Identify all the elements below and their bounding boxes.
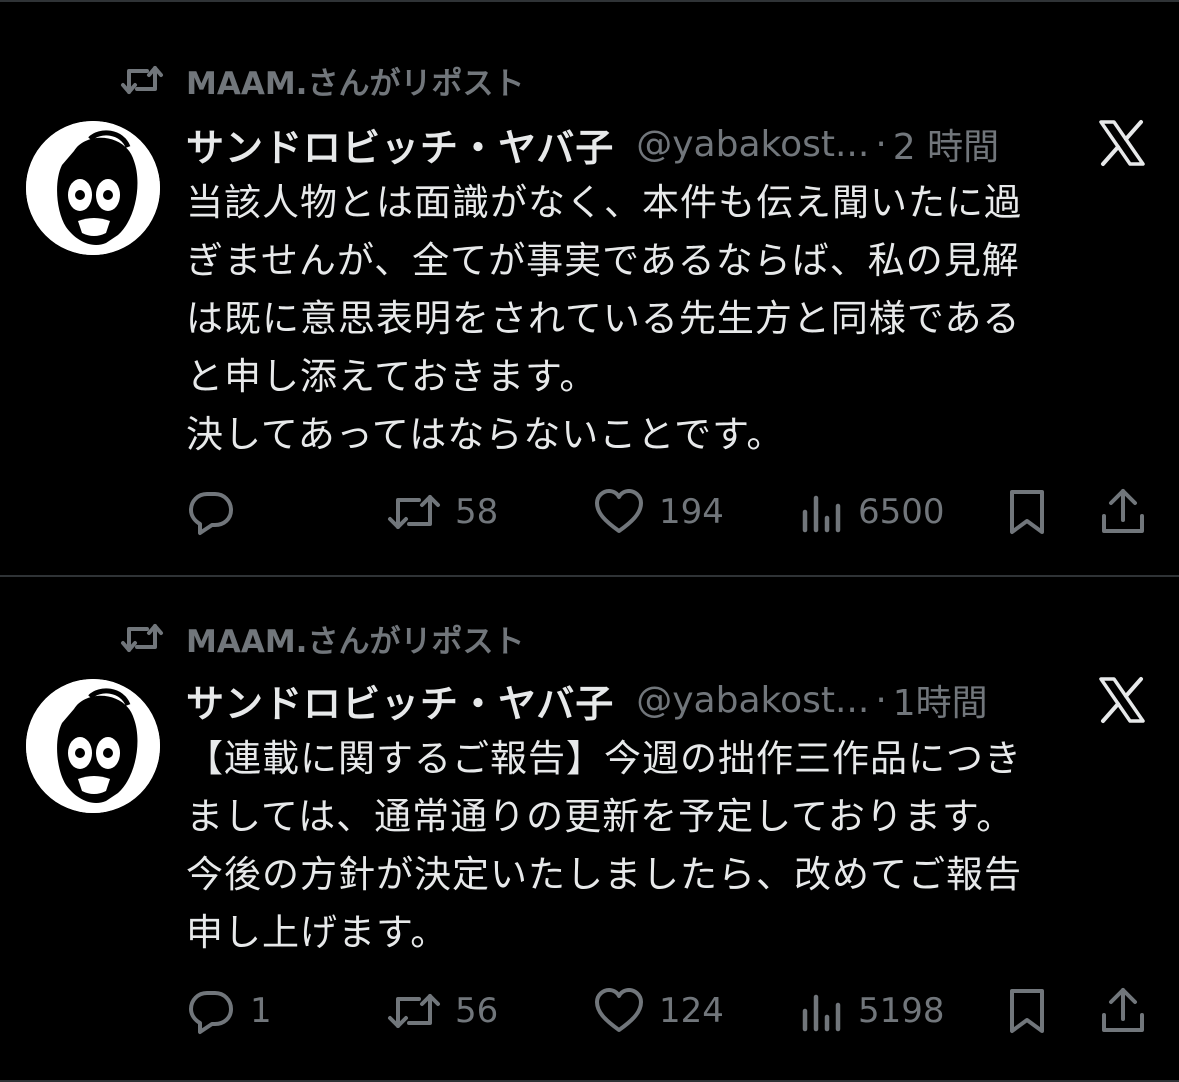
bookmark-icon	[1004, 487, 1050, 537]
share-button[interactable]	[1098, 482, 1148, 542]
tweet[interactable]: MAAM.さんがリポスト サンドロビッチ・ヤバ子 @yabakost... · …	[0, 577, 1179, 1082]
view-count: 6500	[858, 492, 945, 532]
views-icon	[800, 490, 844, 534]
like-button[interactable]: 194	[593, 482, 724, 542]
avatar[interactable]	[26, 121, 160, 255]
views-icon	[800, 989, 844, 1033]
like-count: 194	[659, 492, 724, 532]
bookmark-button[interactable]	[1004, 981, 1050, 1041]
reply-icon	[186, 986, 236, 1036]
repost-icon	[120, 620, 166, 656]
share-icon	[1098, 985, 1148, 1037]
display-name[interactable]: サンドロビッチ・ヤバ子	[186, 117, 614, 172]
separator: ·	[875, 679, 887, 721]
repost-count: 56	[455, 991, 499, 1031]
tweet-header: サンドロビッチ・ヤバ子 @yabakost... · 2 時間	[186, 116, 1086, 172]
separator: ·	[875, 123, 887, 165]
action-bar: 58 194 6500	[0, 482, 1179, 542]
display-name[interactable]: サンドロビッチ・ヤバ子	[186, 673, 614, 728]
timeline-feed: MAAM.さんがリポスト サンドロビッチ・ヤバ子 @yabakost... · …	[0, 0, 1179, 1082]
user-handle[interactable]: @yabakost...	[636, 680, 869, 721]
heart-icon	[593, 987, 645, 1035]
repost-context[interactable]: MAAM.さんがリポスト	[120, 60, 525, 102]
avatar[interactable]	[26, 679, 160, 813]
tweet[interactable]: MAAM.さんがリポスト サンドロビッチ・ヤバ子 @yabakost... · …	[0, 0, 1179, 577]
timestamp[interactable]: 1時間	[893, 674, 988, 726]
tweet-text: 【連載に関するご報告】今週の拙作三作品につき ましては、通常通りの更新を予定して…	[186, 737, 1022, 954]
share-button[interactable]	[1098, 981, 1148, 1041]
bookmark-button[interactable]	[1004, 482, 1050, 542]
views-button[interactable]: 5198	[800, 981, 945, 1041]
repost-icon	[387, 490, 441, 534]
repost-button[interactable]: 56	[387, 981, 498, 1041]
repost-icon	[387, 989, 441, 1033]
tweet-header: サンドロビッチ・ヤバ子 @yabakost... · 1時間	[186, 672, 1086, 728]
repost-label: MAAM.さんがリポスト	[186, 623, 525, 660]
bookmark-icon	[1004, 986, 1050, 1036]
x-logo-icon	[1097, 675, 1147, 725]
like-count: 124	[659, 991, 724, 1031]
reply-icon	[186, 487, 236, 537]
action-bar: 1 56 124 5198	[0, 981, 1179, 1041]
repost-context[interactable]: MAAM.さんがリポスト	[120, 618, 525, 660]
repost-label: MAAM.さんがリポスト	[186, 65, 525, 102]
repost-icon	[120, 62, 166, 98]
repost-count: 58	[455, 492, 499, 532]
user-handle[interactable]: @yabakost...	[636, 124, 869, 165]
reply-count: 1	[250, 991, 272, 1031]
repost-button[interactable]: 58	[387, 482, 498, 542]
heart-icon	[593, 488, 645, 536]
tweet-text: 当該人物とは面識がなく、本件も伝え聞いたに過 ぎませんが、全てが事実であるならば…	[186, 181, 1022, 456]
like-button[interactable]: 124	[593, 981, 724, 1041]
reply-button[interactable]	[186, 482, 250, 542]
reply-button[interactable]: 1	[186, 981, 272, 1041]
view-count: 5198	[858, 991, 945, 1031]
share-icon	[1098, 486, 1148, 538]
views-button[interactable]: 6500	[800, 482, 945, 542]
x-logo-icon	[1097, 118, 1147, 168]
timestamp[interactable]: 2 時間	[893, 118, 999, 170]
